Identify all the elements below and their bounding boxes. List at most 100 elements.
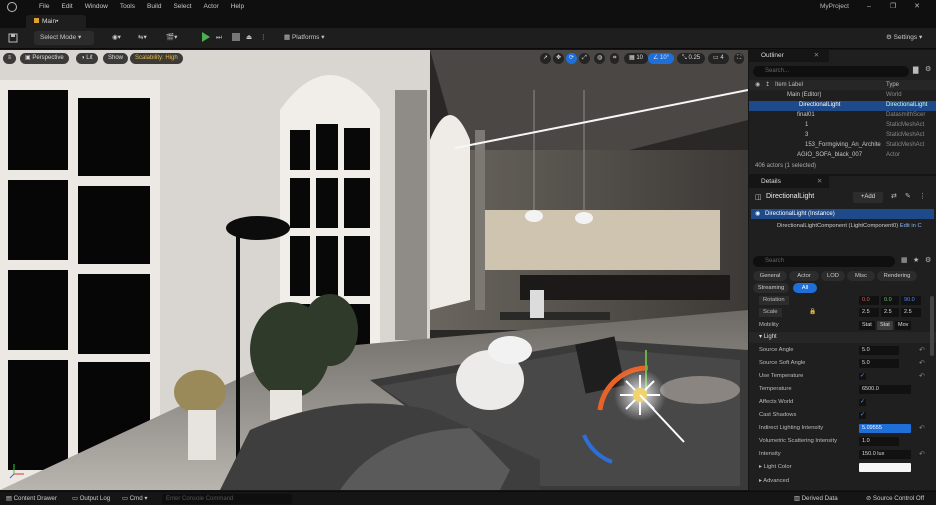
light-section-header[interactable]: ▾ Light	[749, 332, 936, 343]
scale-label[interactable]: Scale	[759, 308, 782, 317]
advanced-row[interactable]: ▸ Advanced	[759, 475, 929, 488]
rotation-label[interactable]: Rotation	[759, 296, 789, 305]
rotation-y-field[interactable]: 0.0	[881, 296, 899, 305]
blueprint-icon[interactable]: ⇄	[891, 192, 897, 200]
outliner-row[interactable]: 3 StaticMeshAct	[749, 131, 936, 141]
edit-in-cpp-link[interactable]: Edit in C	[900, 223, 922, 229]
close-icon[interactable]: ✕	[906, 0, 928, 14]
tab-main-level[interactable]: Main•	[26, 15, 86, 28]
outliner-row[interactable]: final01 DatasmithScer	[749, 111, 936, 121]
play-icon[interactable]	[202, 32, 210, 42]
content-drawer-button[interactable]: ▤ Content Drawer	[6, 492, 57, 505]
filter-misc[interactable]: Misc	[847, 271, 875, 281]
cinematics-icon[interactable]: 🎬▾	[166, 31, 177, 45]
outliner-row[interactable]: AGIO_SOFA_black_007 Actor	[749, 151, 936, 161]
col-type[interactable]: Type	[886, 80, 899, 90]
close-icon[interactable]: ✕	[817, 178, 822, 185]
rotation-z-field[interactable]: 90.0	[901, 296, 921, 305]
view-mode-button[interactable]: ◑ Lit	[76, 53, 98, 64]
menu-select[interactable]: Select	[167, 0, 197, 14]
filter-general[interactable]: General	[753, 271, 787, 281]
perspective-button[interactable]: ▣ Perspective	[20, 53, 69, 64]
translate-tool-icon[interactable]: ✥	[553, 53, 565, 64]
tab-details[interactable]: Details ✕	[749, 176, 829, 188]
save-icon[interactable]	[8, 31, 20, 45]
minimize-icon[interactable]: –	[858, 0, 880, 14]
maximize-viewport-icon[interactable]: ⛶	[734, 53, 745, 64]
reset-icon[interactable]: ↶	[919, 448, 925, 461]
tab-outliner[interactable]: Outliner ✕	[749, 50, 829, 62]
add-folder-icon[interactable]: ▇	[913, 66, 918, 74]
reset-icon[interactable]: ↶	[919, 422, 925, 435]
more-options-icon[interactable]: ⋮	[260, 31, 267, 45]
filter-actor[interactable]: Actor	[789, 271, 819, 281]
menu-file[interactable]: File	[33, 0, 55, 14]
scale-tool-icon[interactable]: ⤢	[579, 53, 590, 64]
rotate-tool-icon[interactable]: ⟳	[566, 53, 578, 64]
mobility-movable[interactable]: Mov	[895, 321, 911, 330]
lock-icon[interactable]: 🔒	[809, 306, 816, 319]
gear-icon[interactable]: ⚙	[925, 65, 931, 73]
blueprint-icon[interactable]: ⇆▾	[138, 31, 147, 45]
col-item-label[interactable]: Item Label	[775, 80, 803, 90]
use-temperature-checkbox[interactable]: ✓	[859, 373, 866, 380]
source-control-button[interactable]: ⊘ Source Control Off	[866, 492, 924, 505]
filter-all[interactable]: All	[793, 283, 817, 293]
close-icon[interactable]: ✕	[814, 52, 819, 59]
star-icon[interactable]: ★	[913, 256, 919, 264]
component-row[interactable]: DirectionalLightComponent (LightComponen…	[749, 221, 936, 231]
edit-icon[interactable]: ✎	[905, 192, 911, 200]
scale-y-field[interactable]: 2.5	[881, 308, 899, 317]
maximize-icon[interactable]: ❐	[882, 0, 904, 14]
surface-snap-icon[interactable]: ⌗	[610, 53, 620, 64]
viewport-menu-icon[interactable]: ≡	[3, 53, 16, 64]
outliner-search-input[interactable]: Search...	[753, 66, 909, 77]
step-icon[interactable]: ⏭	[216, 31, 222, 45]
intensity-field[interactable]: 150.0 lux	[859, 450, 911, 459]
rotation-x-field[interactable]: 0.0	[859, 296, 879, 305]
derived-data-button[interactable]: ▥ Derived Data	[794, 492, 838, 505]
indirect-lighting-intensity-field[interactable]: 5.09555	[859, 424, 911, 433]
filter-lod[interactable]: LOD	[821, 271, 845, 281]
grid-view-icon[interactable]: ▦	[901, 256, 908, 264]
light-color-swatch[interactable]	[859, 463, 911, 472]
menu-window[interactable]: Window	[79, 0, 114, 14]
menu-tools[interactable]: Tools	[114, 0, 141, 14]
instance-row[interactable]: DirectionalLight (Instance)	[751, 209, 934, 219]
console-command-input[interactable]: Enter Console Command	[162, 494, 292, 504]
cast-shadows-checkbox[interactable]: ✓	[859, 412, 866, 419]
source-soft-angle-field[interactable]: 5.0	[859, 359, 899, 368]
rotation-snap-button[interactable]: ∠ 10°	[648, 53, 675, 64]
menu-help[interactable]: Help	[225, 0, 250, 14]
outliner-row[interactable]: 1 StaticMeshAct	[749, 121, 936, 131]
menu-icon[interactable]: ⋮	[919, 192, 926, 200]
gear-icon[interactable]: ⚙	[925, 256, 931, 264]
camera-speed-button[interactable]: ▭ 4	[708, 53, 729, 64]
settings-button[interactable]: ⚙ Settings ▾	[886, 31, 922, 45]
outliner-row-selected[interactable]: DirectionalLight DirectionalLight	[749, 101, 936, 111]
show-button[interactable]: Show	[103, 53, 129, 64]
actor-name-field[interactable]: DirectionalLight	[766, 193, 814, 200]
filter-streaming[interactable]: Streaming	[753, 283, 789, 293]
scale-z-field[interactable]: 2.5	[901, 308, 921, 317]
eject-icon[interactable]: ⏏	[246, 31, 252, 45]
outliner-row[interactable]: 153_Formgiving_An_Archite StaticMeshAct	[749, 141, 936, 151]
level-viewport[interactable]: ≡ ▣ Perspective ◑ Lit Show Scalability: …	[0, 50, 748, 490]
platforms-button[interactable]: ▦ Platforms ▾	[284, 31, 324, 45]
select-mode-dropdown[interactable]: Select Mode ▾	[34, 31, 94, 45]
volumetric-scattering-field[interactable]: 1.0	[859, 437, 899, 446]
menu-edit[interactable]: Edit	[55, 0, 78, 14]
grid-snap-button[interactable]: ▦ 10	[624, 53, 649, 64]
content-shortcut-icon[interactable]: ◉▾	[112, 31, 121, 45]
reset-icon[interactable]: ↶	[919, 344, 925, 357]
select-tool-icon[interactable]: ➚	[540, 53, 552, 64]
mobility-static[interactable]: Stat	[859, 321, 875, 330]
filter-rendering[interactable]: Rendering	[877, 271, 917, 281]
scale-x-field[interactable]: 2.5	[859, 308, 879, 317]
stop-icon[interactable]	[232, 33, 240, 41]
output-log-button[interactable]: ▭ Output Log	[72, 492, 110, 505]
source-angle-field[interactable]: 5.0	[859, 346, 899, 355]
scale-snap-button[interactable]: ⤡ 0.25	[677, 53, 706, 64]
scalability-button[interactable]: Scalability: High	[130, 53, 183, 64]
outliner-row[interactable]: Main (Editor) World	[749, 91, 936, 101]
